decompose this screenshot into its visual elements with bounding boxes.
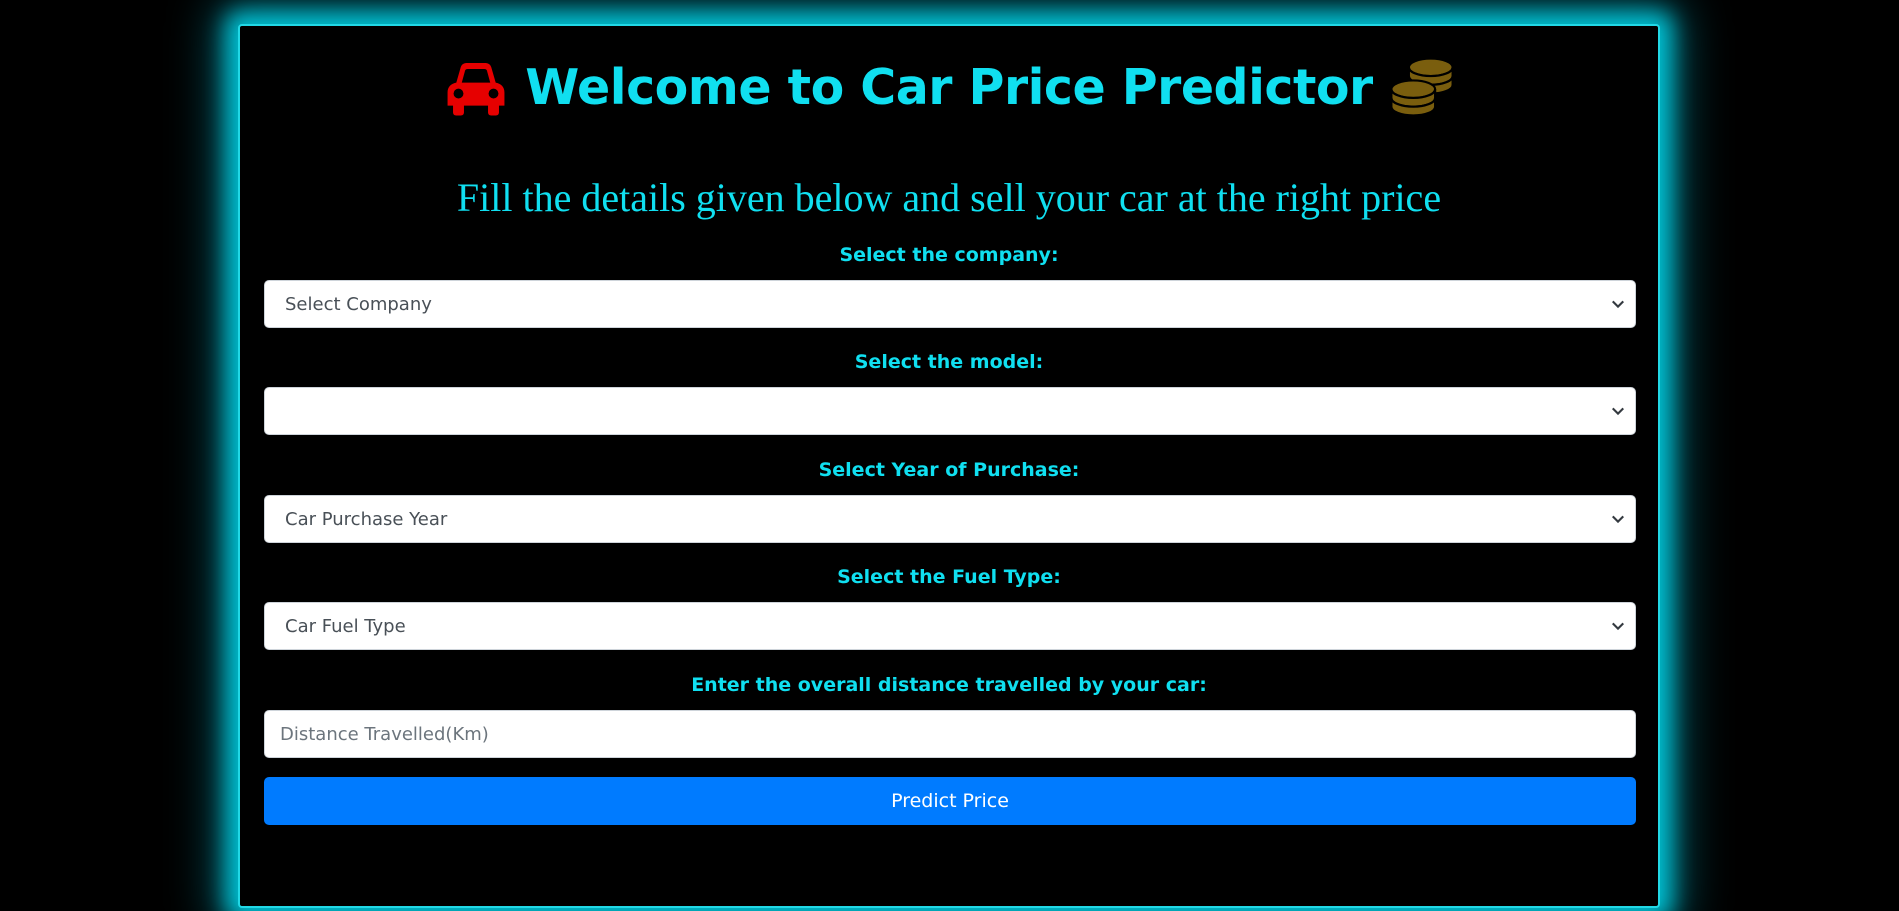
page-subtitle: Fill the details given below and sell yo… [456, 175, 1442, 220]
year-select[interactable]: Car Purchase Year [264, 495, 1636, 543]
year-label: Select Year of Purchase: [818, 459, 1080, 481]
fuel-label: Select the Fuel Type: [837, 566, 1061, 588]
coins-icon [1390, 57, 1454, 117]
company-select[interactable]: Select Company [264, 280, 1636, 328]
model-select[interactable] [264, 387, 1636, 435]
predict-price-button[interactable]: Predict Price [264, 777, 1636, 825]
year-select-value: Car Purchase Year [285, 508, 448, 530]
company-label: Select the company: [839, 244, 1059, 266]
predictor-card: Welcome to Car Price Predictor Fill the … [238, 24, 1660, 908]
model-label: Select the model: [854, 351, 1044, 373]
distance-input-placeholder: Distance Travelled(Km) [280, 723, 489, 745]
chevron-down-icon [1612, 407, 1624, 416]
chevron-down-icon [1612, 622, 1624, 631]
page-title: Welcome to Car Price Predictor [525, 58, 1373, 116]
distance-label: Enter the overall distance travelled by … [691, 674, 1207, 696]
car-icon [447, 62, 505, 116]
company-select-value: Select Company [285, 293, 432, 315]
fuel-select-value: Car Fuel Type [285, 615, 406, 637]
title-row: Welcome to Car Price Predictor [240, 42, 1658, 132]
chevron-down-icon [1612, 300, 1624, 309]
distance-input[interactable]: Distance Travelled(Km) [264, 710, 1636, 758]
chevron-down-icon [1612, 515, 1624, 524]
fuel-select[interactable]: Car Fuel Type [264, 602, 1636, 650]
